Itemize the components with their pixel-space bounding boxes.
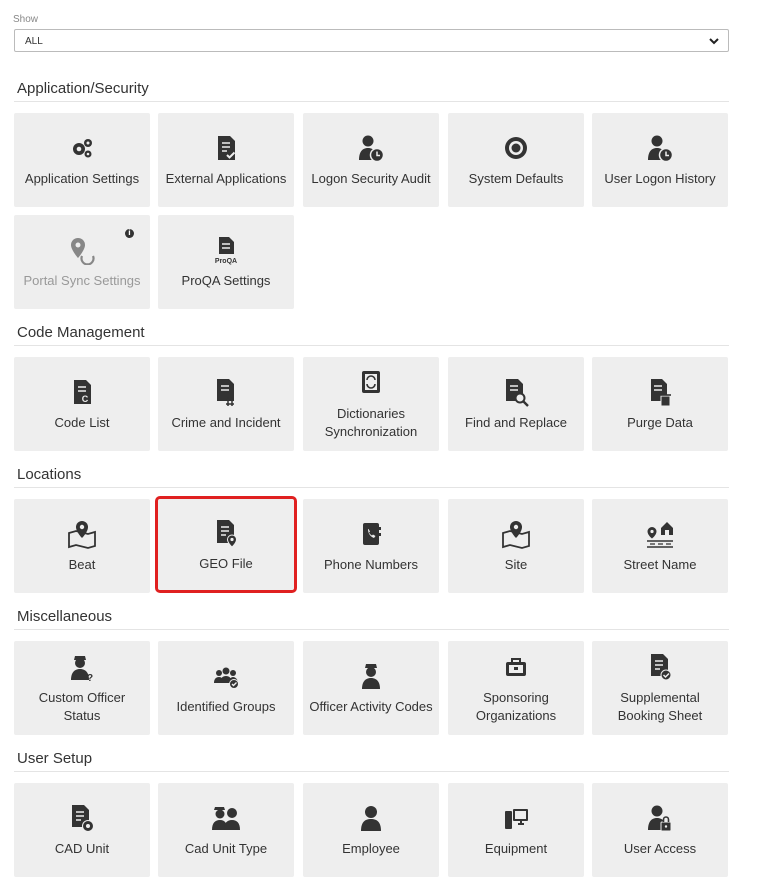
tile-label: Equipment	[484, 841, 548, 856]
tile-label: Find and Replace	[465, 415, 567, 430]
computer-icon	[501, 802, 531, 834]
tile-label: Supplemental Booking Sheet	[617, 690, 703, 723]
tile-geo-file[interactable]: GEO File	[155, 496, 297, 593]
tile-label: Employee	[342, 841, 400, 856]
svg-text:C: C	[82, 394, 89, 404]
tile-system-defaults[interactable]: System Defaults	[448, 113, 584, 207]
tile-label: Phone Numbers	[324, 557, 418, 572]
gears-icon	[67, 132, 97, 164]
tile-identified-groups[interactable]: Identified Groups	[158, 641, 294, 735]
tile-label: ProQA Settings	[181, 273, 271, 288]
tile-label: Beat	[68, 557, 96, 572]
info-icon[interactable]: i	[125, 229, 134, 238]
tile-label: Cad Unit Type	[184, 841, 268, 856]
section-title-locations: Locations	[17, 466, 82, 483]
show-select-value: ALL	[25, 36, 43, 47]
officer-pair-icon	[211, 802, 241, 834]
tile-code-list[interactable]: C Code List	[14, 357, 150, 451]
tile-user-logon-history[interactable]: User Logon History	[592, 113, 728, 207]
document-pin-icon	[211, 517, 241, 549]
section-title-code-management: Code Management	[17, 324, 145, 341]
tile-logon-security-audit[interactable]: Logon Security Audit	[303, 113, 439, 207]
tile-purge-data[interactable]: Purge Data	[592, 357, 728, 451]
tile-label: Custom Officer Status	[38, 690, 126, 723]
section-divider	[14, 101, 729, 102]
street-house-icon	[645, 518, 675, 550]
gear-icon	[501, 132, 531, 164]
tile-external-applications[interactable]: External Applications	[158, 113, 294, 207]
tile-beat[interactable]: Beat	[14, 499, 150, 593]
tile-label: GEO File	[199, 555, 253, 571]
tile-portal-sync-settings[interactable]: i Portal Sync Settings	[14, 215, 150, 309]
document-check-icon	[211, 132, 241, 164]
tile-street-name[interactable]: Street Name	[592, 499, 728, 593]
tile-user-access[interactable]: User Access	[592, 783, 728, 877]
tile-label: Purge Data	[627, 415, 693, 430]
proqa-document-icon: ProQA	[211, 234, 241, 266]
tile-site[interactable]: Site	[448, 499, 584, 593]
tile-label: Portal Sync Settings	[23, 273, 141, 288]
chevron-down-icon	[709, 38, 719, 45]
tile-application-settings[interactable]: Application Settings	[14, 113, 150, 207]
tile-sponsoring-organizations[interactable]: Sponsoring Organizations	[448, 641, 584, 735]
map-pin-sync-icon	[67, 234, 97, 266]
section-title-application-security: Application/Security	[17, 80, 149, 97]
tile-label: User Logon History	[604, 171, 716, 186]
user-clock-icon	[356, 132, 386, 164]
tile-label: Sponsoring Organizations	[475, 690, 557, 723]
tile-label: Site	[504, 557, 528, 572]
section-divider	[14, 487, 729, 488]
user-icon	[356, 802, 386, 834]
tile-crime-and-incident[interactable]: Crime and Incident	[158, 357, 294, 451]
tile-employee[interactable]: Employee	[303, 783, 439, 877]
phone-book-icon	[356, 518, 386, 550]
section-title-user-setup: User Setup	[17, 750, 93, 767]
user-lock-icon	[645, 802, 675, 834]
document-check-icon	[645, 651, 675, 683]
tile-supplemental-booking-sheet[interactable]: Supplemental Booking Sheet	[592, 641, 728, 735]
user-group-check-icon	[211, 660, 241, 692]
section-divider	[14, 629, 729, 630]
section-divider	[14, 345, 729, 346]
tile-phone-numbers[interactable]: Phone Numbers	[303, 499, 439, 593]
tile-label: Logon Security Audit	[311, 171, 431, 186]
document-trash-icon	[645, 376, 675, 408]
tile-equipment[interactable]: Equipment	[448, 783, 584, 877]
show-select[interactable]: ALL	[14, 29, 729, 52]
tile-label: User Access	[623, 841, 697, 856]
tile-label: System Defaults	[468, 171, 564, 186]
tile-cad-unit-type[interactable]: Cad Unit Type	[158, 783, 294, 877]
tile-label: Application Settings	[24, 171, 140, 186]
document-search-icon	[501, 376, 531, 408]
tile-label: Officer Activity Codes	[309, 699, 433, 714]
map-pin-icon	[501, 518, 531, 550]
tile-label: External Applications	[165, 171, 287, 186]
tile-officer-activity-codes[interactable]: Officer Activity Codes	[303, 641, 439, 735]
tile-label: Code List	[54, 415, 110, 430]
document-code-icon: C	[67, 376, 97, 408]
tile-label: Dictionaries Synchronization	[324, 406, 418, 439]
tile-label: Crime and Incident	[171, 415, 281, 430]
tile-custom-officer-status[interactable]: ? Custom Officer Status	[14, 641, 150, 735]
officer-question-icon: ?	[67, 651, 97, 683]
svg-text:ProQA: ProQA	[215, 258, 237, 265]
briefcase-icon	[501, 651, 531, 683]
section-divider	[14, 771, 729, 772]
section-title-miscellaneous: Miscellaneous	[17, 608, 113, 625]
tile-label: Identified Groups	[176, 699, 276, 714]
tile-proqa-settings[interactable]: ProQA ProQA Settings	[158, 215, 294, 309]
document-gear-icon	[67, 802, 97, 834]
user-clock-icon	[645, 132, 675, 164]
tile-cad-unit[interactable]: CAD Unit	[14, 783, 150, 877]
tile-label: CAD Unit	[54, 841, 110, 856]
tile-label: Street Name	[623, 557, 697, 572]
book-sync-icon	[356, 367, 386, 399]
officer-icon	[356, 660, 386, 692]
tile-dictionaries-synchronization[interactable]: Dictionaries Synchronization	[303, 357, 439, 451]
map-pin-icon	[67, 518, 97, 550]
tile-find-and-replace[interactable]: Find and Replace	[448, 357, 584, 451]
svg-text:?: ?	[87, 673, 93, 682]
document-hash-icon	[211, 376, 241, 408]
show-label: Show	[13, 14, 39, 25]
